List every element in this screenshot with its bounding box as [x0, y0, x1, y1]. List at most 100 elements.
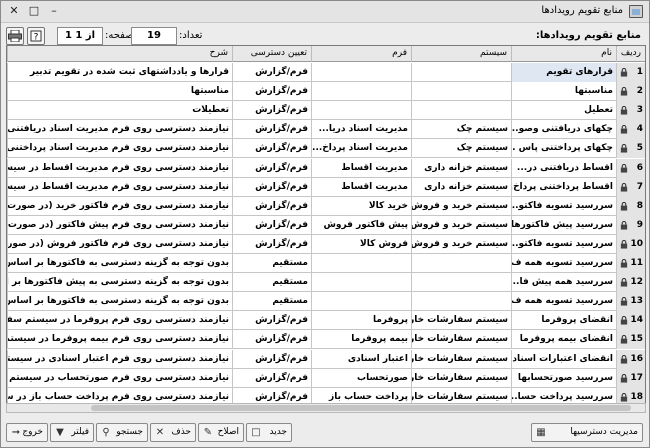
- table-row[interactable]: 3 تعطیل فرم/گزارش تعطیلات: [7, 101, 645, 121]
- row-index[interactable]: 6: [616, 158, 645, 178]
- events-grid[interactable]: ردیف نام سیستم فرم تعیین دسترسی شرح 1 قرا…: [6, 45, 646, 412]
- cell-form[interactable]: فروش کالا: [311, 234, 411, 254]
- cell-access[interactable]: فرم/گزارش: [232, 101, 311, 121]
- row-index[interactable]: 14: [616, 311, 645, 331]
- cell-description[interactable]: نیازمند دسترسی روی فرم مدیریت اسناد دریا…: [7, 120, 232, 140]
- cell-system[interactable]: سیستم خزانه داری: [411, 177, 511, 197]
- minimize-button[interactable]: –: [45, 3, 63, 19]
- row-index[interactable]: 9: [616, 215, 645, 235]
- row-index[interactable]: 12: [616, 273, 645, 293]
- cell-description[interactable]: نیازمند دسترسی روی فرم مدیریت اسناد پردا…: [7, 139, 232, 159]
- table-row[interactable]: 13 سررسید تسویه همه ف... مستقیم بدون توجه ب…: [7, 292, 645, 312]
- cell-name[interactable]: اقساط پرداختنی پرداخ...: [511, 177, 616, 197]
- cell-access[interactable]: مستقیم: [232, 292, 311, 312]
- cell-form[interactable]: پیش فاکتور فروش: [311, 215, 411, 235]
- cell-system[interactable]: سیستم سفارشات خارجی: [411, 349, 511, 369]
- cell-access[interactable]: فرم/گزارش: [232, 311, 311, 331]
- cell-form[interactable]: [311, 101, 411, 121]
- cell-description[interactable]: بدون توجه به گزینه دسترسی به فاکتورها بر…: [7, 292, 232, 312]
- cell-name[interactable]: اقساط دریافتنی در...: [511, 158, 616, 178]
- exit-button[interactable]: ➞ خروج: [6, 423, 48, 442]
- cell-access[interactable]: فرم/گزارش: [232, 330, 311, 350]
- table-row[interactable]: 4 چکهای دریافتنی وصو... سیستم چک مدیریت اسن…: [7, 120, 645, 140]
- cell-form[interactable]: مدیریت اقساط: [311, 177, 411, 197]
- scrollbar-thumb[interactable]: [91, 405, 631, 411]
- cell-system[interactable]: [411, 273, 511, 293]
- cell-access[interactable]: فرم/گزارش: [232, 158, 311, 178]
- table-row[interactable]: 9 سررسید پیش فاکتورها سیستم خرید و فروش پیش…: [7, 215, 645, 235]
- cell-system[interactable]: [411, 63, 511, 83]
- cell-name[interactable]: تعطیل: [511, 101, 616, 121]
- cell-form[interactable]: [311, 292, 411, 312]
- cell-name[interactable]: چکهای دریافتنی وصو...: [511, 120, 616, 140]
- cell-system[interactable]: سیستم چک: [411, 139, 511, 159]
- cell-system[interactable]: سیستم خرید و فروش: [411, 234, 511, 254]
- table-row[interactable]: 11 سررسید تسویه همه ف... مستقیم بدون توجه ب…: [7, 254, 645, 274]
- search-button[interactable]: ⚲ جستجو: [96, 423, 148, 442]
- cell-access[interactable]: فرم/گزارش: [232, 120, 311, 140]
- new-button[interactable]: □ جدید: [246, 423, 292, 442]
- cell-access[interactable]: فرم/گزارش: [232, 234, 311, 254]
- cell-name[interactable]: سررسید پیش فاکتورها: [511, 215, 616, 235]
- table-row[interactable]: 14 انقضای پروفرماسیستم سفارشات خارجیپروفر…: [7, 311, 645, 331]
- cell-access[interactable]: فرم/گزارش: [232, 177, 311, 197]
- cell-name[interactable]: انقضای بیمه پروفرما: [511, 330, 616, 350]
- col-header-system[interactable]: سیستم: [411, 46, 511, 62]
- cell-system[interactable]: سیستم سفارشات خارجی: [411, 311, 511, 331]
- row-index[interactable]: 16: [616, 349, 645, 369]
- help-button[interactable]: ?: [27, 27, 45, 45]
- cell-name[interactable]: چکهای پرداختنی پاس ...: [511, 139, 616, 159]
- cell-access[interactable]: فرم/گزارش: [232, 349, 311, 369]
- cell-form[interactable]: بیمه پروفرما: [311, 330, 411, 350]
- cell-form[interactable]: [311, 82, 411, 102]
- cell-access[interactable]: مستقیم: [232, 254, 311, 274]
- col-header-name[interactable]: نام: [511, 46, 616, 62]
- cell-description[interactable]: قرارها و یادداشتهای ثبت شده در تقویم تدب…: [7, 63, 232, 83]
- cell-description[interactable]: نیازمند دسترسی روی فرم صورتحساب در سیستم…: [7, 368, 232, 388]
- table-row[interactable]: 2 مناسبتها فرم/گزارش مناسبتها: [7, 82, 645, 102]
- cell-form[interactable]: اعتبار اسنادی: [311, 349, 411, 369]
- cell-access[interactable]: فرم/گزارش: [232, 215, 311, 235]
- col-header-description[interactable]: شرح: [7, 46, 232, 62]
- cell-form[interactable]: خرید کالا: [311, 196, 411, 216]
- manage-permissions-button[interactable]: ▦ مدیریت دسترسیها: [531, 423, 643, 442]
- cell-system[interactable]: سیستم خرید و فروش: [411, 215, 511, 235]
- table-row[interactable]: 7 اقساط پرداختنی پرداخ... سیستم خزانه داری…: [7, 177, 645, 197]
- cell-description[interactable]: نیازمند دسترسی روی فرم پروفرما در سیستم …: [7, 311, 232, 331]
- edit-button[interactable]: ✎ اصلاح: [198, 423, 244, 442]
- maximize-button[interactable]: □: [25, 3, 43, 19]
- row-index[interactable]: 11: [616, 254, 645, 274]
- row-index[interactable]: 3: [616, 101, 645, 121]
- delete-button[interactable]: ✕ حذف: [150, 423, 196, 442]
- cell-system[interactable]: سیستم سفارشات خارجی: [411, 330, 511, 350]
- cell-system[interactable]: [411, 101, 511, 121]
- table-row[interactable]: 8 سررسید تسویه فاکتو... سیستم خرید و فروش خ…: [7, 196, 645, 216]
- print-button[interactable]: [6, 27, 24, 45]
- cell-access[interactable]: فرم/گزارش: [232, 139, 311, 159]
- cell-form[interactable]: [311, 273, 411, 293]
- cell-description[interactable]: نیازمند دسترسی روی فرم مدیریت اقساط در س…: [7, 177, 232, 197]
- row-index[interactable]: 13: [616, 292, 645, 312]
- cell-description[interactable]: مناسبتها: [7, 82, 232, 102]
- cell-name[interactable]: مناسبتها: [511, 82, 616, 102]
- cell-description[interactable]: نیازمند دسترسی روی فرم اعتبار اسنادی در …: [7, 349, 232, 369]
- cell-access[interactable]: فرم/گزارش: [232, 63, 311, 83]
- cell-description[interactable]: بدون توجه به گزینه دسترسی به پیش فاکتوره…: [7, 273, 232, 293]
- cell-form[interactable]: پروفرما: [311, 311, 411, 331]
- col-header-index[interactable]: ردیف: [616, 46, 645, 62]
- horizontal-scrollbar[interactable]: [6, 403, 646, 413]
- cell-access[interactable]: مستقیم: [232, 273, 311, 293]
- cell-form[interactable]: مدیریت اسناد پرداخ...: [311, 139, 411, 159]
- cell-name[interactable]: سررسید تسویه همه ف...: [511, 292, 616, 312]
- cell-description[interactable]: تعطیلات: [7, 101, 232, 121]
- cell-name[interactable]: سررسید تسویه همه ف...: [511, 254, 616, 274]
- row-index[interactable]: 2: [616, 82, 645, 102]
- row-index[interactable]: 17: [616, 368, 645, 388]
- close-button[interactable]: ✕: [5, 3, 23, 19]
- cell-system[interactable]: سیستم سفارشات خارجی: [411, 368, 511, 388]
- cell-name[interactable]: انقضای پروفرما: [511, 311, 616, 331]
- table-row[interactable]: 12 سررسید همه پیش فا... مستقیم بدون توجه به…: [7, 273, 645, 293]
- cell-description[interactable]: نیازمند دسترسی روی فرم بیمه پروفرما در س…: [7, 330, 232, 350]
- table-row[interactable]: 16 انقضای اعتبارات اسنادی سیستم سفارشات خا…: [7, 349, 645, 369]
- cell-name[interactable]: سررسید تسویه فاکتو...: [511, 196, 616, 216]
